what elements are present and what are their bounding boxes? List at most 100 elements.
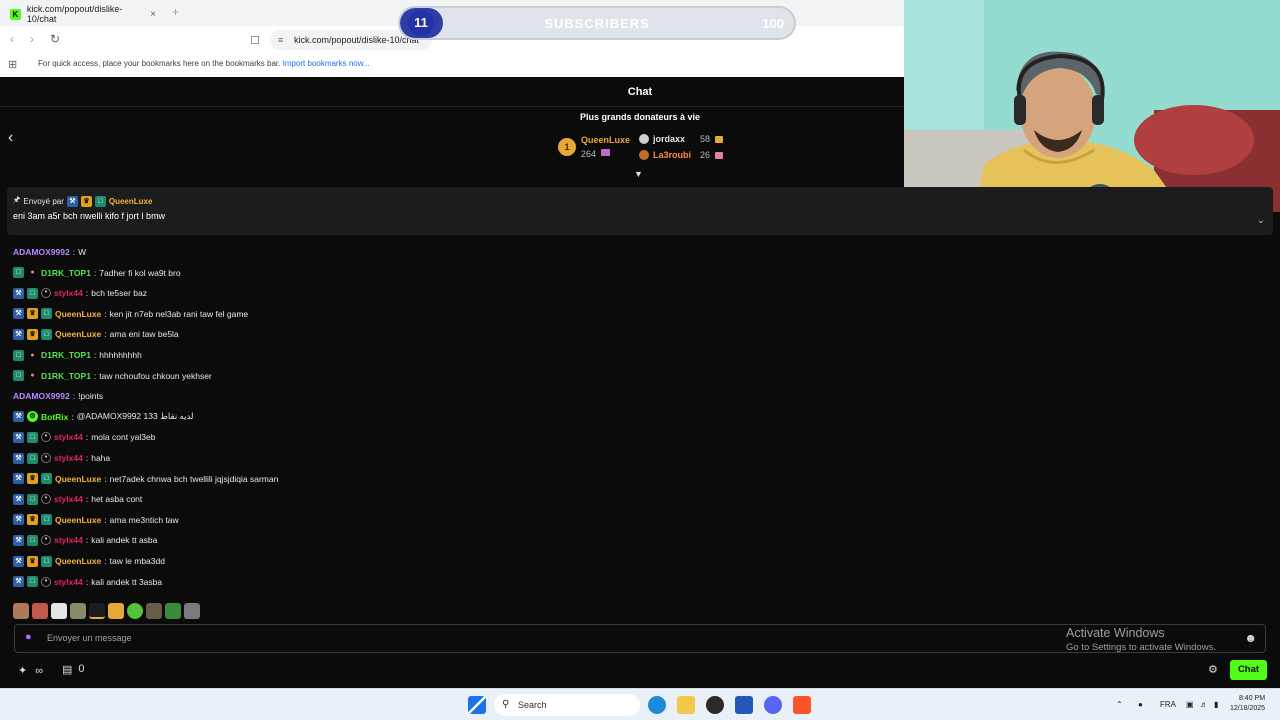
gift-box-icon[interactable]: ▤ — [62, 663, 72, 676]
message-placeholder: Envoyer un message — [47, 633, 132, 643]
subscriber-badge-icon: □ — [13, 349, 24, 361]
pinned-user[interactable]: QueenLuxe — [109, 197, 153, 206]
edge-browser-icon[interactable] — [648, 696, 666, 714]
message-separator: : — [85, 494, 89, 505]
message-separator: : — [85, 453, 89, 463]
language-indicator[interactable]: FRA — [1160, 700, 1176, 709]
message-username[interactable]: D1RK_TOP1 — [41, 268, 91, 278]
back-arrow-icon[interactable]: ‹ — [10, 32, 14, 46]
subscriber-badge-icon: □ — [41, 514, 52, 526]
moderator-badge-icon: ⚒ — [13, 576, 24, 588]
emote-smile-icon[interactable] — [127, 603, 143, 619]
message-username[interactable]: ADAMOX9992 — [13, 391, 70, 401]
gift-icon — [715, 152, 723, 159]
reload-icon[interactable]: ↻ — [50, 32, 60, 46]
obs-icon[interactable] — [706, 696, 724, 714]
expand-donors-icon[interactable]: ▼ — [634, 169, 643, 179]
message-text: ken jit n7eb nel3ab rani taw fel game — [109, 308, 249, 319]
chat-message: ⚒ ♛ □ QueenLuxe: taw le mba3dd — [13, 554, 165, 568]
message-username[interactable]: stylx44 — [54, 453, 83, 463]
subscriber-badge-icon: □ — [27, 287, 38, 299]
message-username[interactable]: QueenLuxe — [55, 474, 101, 484]
message-username[interactable]: QueenLuxe — [55, 309, 101, 319]
message-username[interactable]: stylx44 — [54, 494, 83, 504]
site-info-icon[interactable]: ≡ — [278, 30, 283, 50]
moderator-badge-icon: ⚒ — [13, 431, 24, 443]
battery-icon[interactable]: ▮ — [1214, 700, 1218, 709]
message-text: ama eni taw be5la — [109, 329, 179, 340]
emote-cat-icon[interactable] — [108, 603, 124, 619]
emote-face-icon[interactable] — [146, 603, 162, 619]
donor-3-name[interactable]: La3roubi — [653, 150, 691, 160]
close-tab-icon[interactable]: × — [150, 9, 156, 20]
gift-icon — [601, 149, 610, 156]
apps-grid-icon[interactable]: ⊞ — [8, 58, 17, 71]
message-text: W — [78, 247, 87, 257]
moderator-badge-icon: ⚒ — [13, 534, 24, 546]
donor-2-name[interactable]: jordaxx — [653, 134, 685, 144]
send-chat-button[interactable]: Chat — [1230, 660, 1267, 680]
discord-icon[interactable] — [764, 696, 782, 714]
message-username[interactable]: stylx44 — [54, 535, 83, 545]
emote-ghost-icon[interactable] — [51, 603, 67, 619]
new-tab-button[interactable]: + — [172, 5, 179, 19]
emote-face-icon[interactable] — [70, 603, 86, 619]
volume-icon[interactable]: ♬ — [1200, 700, 1208, 709]
pin-icon: 🖈 — [13, 195, 21, 204]
message-username[interactable]: ADAMOX9992 — [13, 247, 70, 257]
message-username[interactable]: D1RK_TOP1 — [41, 371, 91, 381]
store-icon[interactable] — [735, 696, 753, 714]
microphone-tray-icon[interactable]: ● — [1138, 700, 1143, 709]
points-count: 0 — [78, 663, 85, 675]
moderator-badge-icon: ⚒ — [13, 555, 24, 567]
message-username[interactable]: BotRix — [41, 412, 68, 422]
emote-face-icon[interactable] — [13, 603, 29, 619]
taskbar-search[interactable]: ⚲ Search — [494, 694, 640, 716]
file-explorer-icon[interactable] — [677, 696, 695, 714]
message-username[interactable]: stylx44 — [54, 288, 83, 298]
tray-chevron-icon[interactable]: ⌃ — [1116, 700, 1123, 709]
chevron-down-icon[interactable]: ⌄ — [1257, 215, 1265, 226]
infinity-icon[interactable]: ∞ — [35, 665, 43, 677]
brave-browser-icon[interactable] — [793, 696, 811, 714]
message-separator: : — [85, 576, 89, 587]
import-bookmarks-link[interactable]: Import bookmarks now... — [283, 59, 370, 68]
chat-message: ADAMOX9992: !points — [13, 389, 103, 403]
emote-dots-icon[interactable] — [89, 603, 105, 619]
message-username[interactable]: stylx44 — [54, 432, 83, 442]
message-username[interactable]: QueenLuxe — [55, 329, 101, 339]
browser-tab[interactable]: K kick.com/popout/dislike-10/chat × — [4, 2, 164, 26]
system-clock[interactable]: 8:40 PM 12/18/2025 — [1230, 694, 1265, 714]
watermark-title: Activate Windows — [1066, 626, 1165, 640]
message-username[interactable]: QueenLuxe — [55, 556, 101, 566]
chat-message: □ ● D1RK_TOP1:7adher fi kol wa9t bro — [13, 266, 181, 280]
chat-message: ⚒ □ • stylx44: het asba cont — [13, 492, 142, 506]
moderator-badge-icon: ⚒ — [13, 308, 24, 320]
forward-arrow-icon[interactable]: › — [30, 32, 34, 46]
emote-face-icon[interactable] — [32, 603, 48, 619]
donor-1-name[interactable]: QueenLuxe — [581, 135, 630, 145]
chat-message: ADAMOX9992: W — [13, 245, 86, 259]
message-username[interactable]: stylx44 — [54, 577, 83, 587]
og-badge-icon: • — [41, 494, 51, 505]
emoji-picker-icon[interactable]: ☻ — [1244, 631, 1257, 645]
subscriber-goal-bar: SUBSCRIBERS 11 100 — [398, 6, 796, 40]
collapse-arrow-icon[interactable]: ‹ — [8, 129, 13, 147]
windows-taskbar: ⚲ Search ⌃ ● FRA ▣ ♬ ▮ 8:40 PM 12/18/202… — [0, 688, 1280, 720]
windows-start-icon[interactable] — [468, 696, 486, 714]
emote-frog-icon[interactable] — [165, 603, 181, 619]
subscriber-badge-icon: □ — [41, 555, 52, 567]
message-username[interactable]: QueenLuxe — [55, 515, 101, 525]
message-username[interactable]: D1RK_TOP1 — [41, 350, 91, 360]
microphone-icon[interactable]: ● — [25, 631, 32, 643]
fire-badge-icon: ● — [30, 372, 35, 380]
network-icon[interactable]: ▣ — [1186, 700, 1194, 709]
bookmark-icon[interactable]: ◻ — [250, 32, 260, 46]
moderator-badge-icon: ⚒ — [13, 493, 24, 505]
emote-hand-icon[interactable] — [184, 603, 200, 619]
og-badge-icon: • — [41, 453, 51, 463]
settings-sparkle-icon[interactable]: ✦ — [18, 664, 27, 677]
gear-icon[interactable]: ⚙ — [1208, 663, 1218, 676]
rank-1-medal-icon: 1 — [558, 138, 576, 156]
subscriber-goal-label: SUBSCRIBERS — [544, 16, 650, 31]
